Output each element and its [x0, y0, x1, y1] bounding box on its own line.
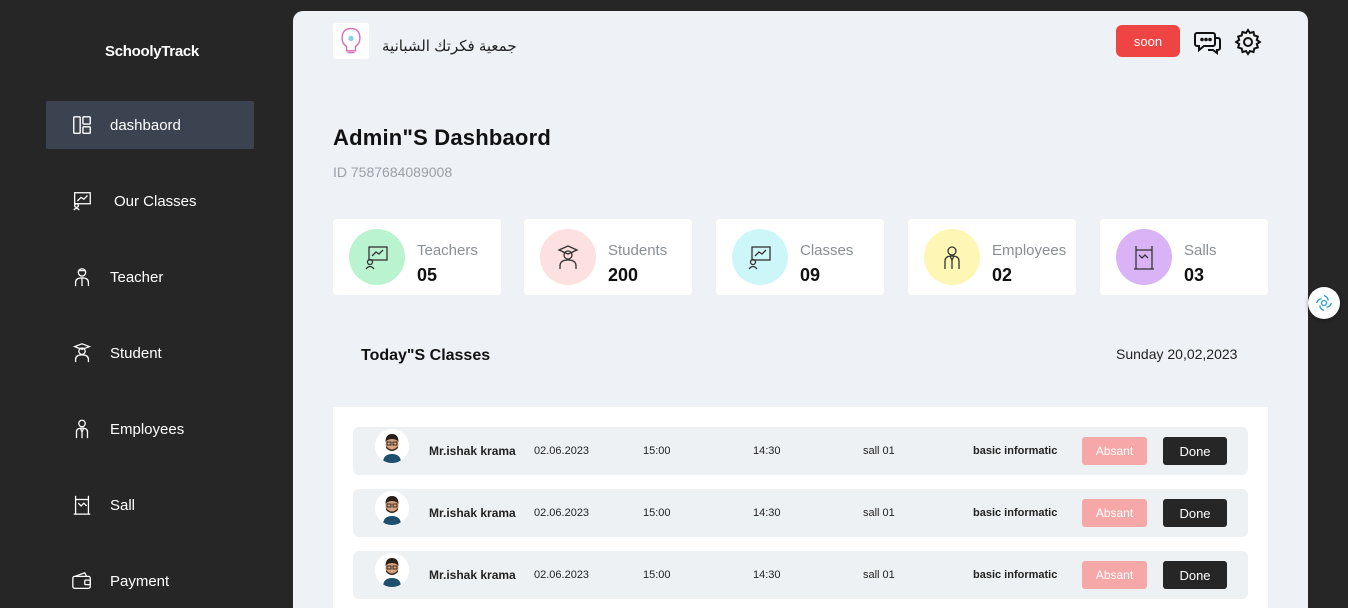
teacher-name: Mr.ishak krama [429, 444, 516, 458]
class-date: 02.06.2023 [534, 507, 590, 519]
sidebar-item-label: Teacher [110, 268, 164, 286]
sidebar-item-label: Our Classes [114, 192, 197, 210]
sidebar-item-payment[interactable]: Payment [46, 557, 254, 605]
stat-card-students[interactable]: Students 200 [524, 219, 692, 295]
teacher-name: Mr.ishak krama [429, 568, 516, 582]
stat-label: Salls [1184, 242, 1217, 259]
classes-list: Mr.ishak krama 02.06.2023 15:00 14:30 sa… [333, 407, 1268, 608]
class-end-time: 14:30 [753, 507, 781, 519]
sidebar: SchoolyTrack dashbaord Our Classes Teach… [0, 0, 293, 608]
org-name: جمعية فكرتك الشبانية [382, 38, 517, 55]
done-button[interactable]: Done [1163, 561, 1227, 589]
class-start-time: 15:00 [643, 445, 671, 457]
sidebar-item-our-classes[interactable]: Our Classes [46, 177, 254, 225]
gear-icon[interactable] [1233, 27, 1263, 57]
stat-value: 200 [608, 265, 639, 285]
teacher-avatar [375, 429, 409, 463]
teacher-avatar [375, 491, 409, 525]
org-logo[interactable] [333, 23, 369, 59]
sidebar-item-label: dashbaord [110, 116, 181, 134]
class-start-time: 15:00 [643, 569, 671, 581]
class-start-time: 15:00 [643, 507, 671, 519]
class-subject: basic informatic [973, 507, 1058, 519]
classes-board-icon [70, 189, 94, 213]
sidebar-item-student[interactable]: Student [46, 329, 254, 377]
sidebar-item-sall[interactable]: Sall [46, 481, 254, 529]
stat-value: 05 [417, 265, 438, 285]
class-date: 02.06.2023 [534, 445, 590, 457]
class-end-time: 14:30 [753, 569, 781, 581]
stat-label: Employees [992, 242, 1067, 259]
sidebar-item-teacher[interactable]: Teacher [46, 253, 254, 301]
admin-id: ID 7587684089008 [333, 164, 453, 180]
done-button[interactable]: Done [1163, 437, 1227, 465]
sidebar-item-label: Payment [110, 572, 170, 590]
soon-button[interactable]: soon [1116, 25, 1180, 57]
todays-classes-title: Today"S Classes [361, 347, 491, 364]
stat-label: Teachers [417, 242, 478, 259]
hall-icon [1116, 229, 1172, 285]
stat-label: Students [608, 242, 668, 259]
done-button[interactable]: Done [1163, 499, 1227, 527]
todays-date: Sunday 20,02,2023 [1116, 346, 1238, 362]
wallet-icon [70, 569, 94, 593]
dashboard-icon [70, 113, 94, 137]
stat-value: 02 [992, 265, 1013, 285]
stat-value: 03 [1184, 265, 1205, 285]
absent-button[interactable]: Absant [1082, 561, 1147, 589]
class-end-time: 14:30 [753, 445, 781, 457]
stat-label: Classes [800, 242, 854, 259]
teacher-name: Mr.ishak krama [429, 506, 516, 520]
sidebar-item-label: Employees [110, 420, 185, 438]
classes-board-icon [732, 229, 788, 285]
page-title: Admin"S Dashbaord [333, 125, 551, 150]
employee-icon [924, 229, 980, 285]
sidebar-item-label: Sall [110, 496, 136, 514]
brand-logo-text[interactable]: SchoolyTrack [105, 43, 199, 60]
sidebar-item-employees[interactable]: Employees [46, 405, 254, 453]
class-room: sall 01 [863, 445, 895, 457]
student-icon [540, 229, 596, 285]
stat-card-salls[interactable]: Salls 03 [1100, 219, 1268, 295]
student-icon [70, 341, 94, 365]
sidebar-item-dashboard[interactable]: dashbaord [46, 101, 254, 149]
teacher-avatar [375, 553, 409, 587]
absent-button[interactable]: Absant [1082, 437, 1147, 465]
stat-card-teachers[interactable]: Teachers 05 [333, 219, 501, 295]
employee-icon [70, 417, 94, 441]
class-row[interactable]: Mr.ishak krama 02.06.2023 15:00 14:30 sa… [353, 427, 1248, 475]
assistant-widget-icon[interactable] [1308, 287, 1340, 319]
teacher-board-icon [349, 229, 405, 285]
class-room: sall 01 [863, 507, 895, 519]
chat-icon[interactable] [1193, 27, 1223, 57]
class-subject: basic informatic [973, 569, 1058, 581]
stat-value: 09 [800, 265, 821, 285]
stat-card-classes[interactable]: Classes 09 [716, 219, 884, 295]
teacher-icon [70, 265, 94, 289]
absent-button[interactable]: Absant [1082, 499, 1147, 527]
class-room: sall 01 [863, 569, 895, 581]
stat-card-employees[interactable]: Employees 02 [908, 219, 1076, 295]
class-row[interactable]: Mr.ishak krama 02.06.2023 15:00 14:30 sa… [353, 489, 1248, 537]
class-subject: basic informatic [973, 445, 1058, 457]
main-panel: جمعية فكرتك الشبانية soon Admin"S Dashba… [293, 11, 1308, 608]
sidebar-item-label: Student [110, 344, 162, 362]
class-row[interactable]: Mr.ishak krama 02.06.2023 15:00 14:30 sa… [353, 551, 1248, 599]
hall-icon [70, 493, 94, 517]
class-date: 02.06.2023 [534, 569, 590, 581]
